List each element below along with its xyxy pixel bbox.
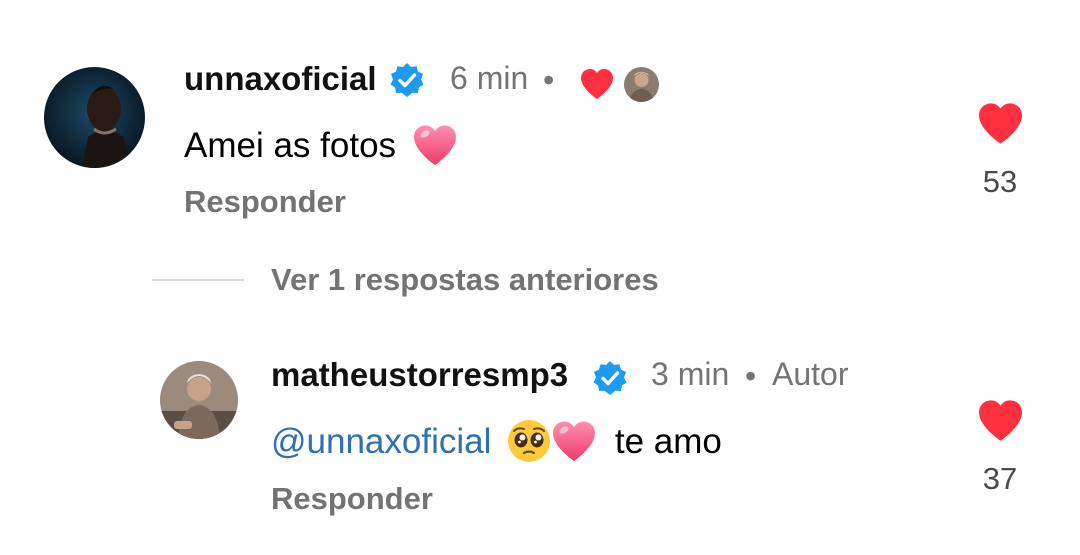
comment-text-content: Amei as fotos xyxy=(184,126,397,165)
comment-username[interactable]: unnaxoficial xyxy=(184,60,377,98)
author-badge: Autor xyxy=(772,356,849,392)
like-count: 53 xyxy=(982,164,1018,199)
heart-icon[interactable] xyxy=(977,102,1024,145)
meta-separator-dot: • xyxy=(543,62,555,98)
avatar-matheustorresmp3[interactable] xyxy=(160,361,238,439)
comment-time: 6 min xyxy=(450,60,529,96)
comment-time: 3 min xyxy=(651,356,730,392)
comment-text: Amei as fotos xyxy=(184,125,458,166)
mention-link[interactable]: @unnaxoficial xyxy=(271,422,491,461)
meta-separator-dot: • xyxy=(745,358,757,394)
avatar-unnaxoficial[interactable] xyxy=(44,67,145,168)
verified-badge-icon xyxy=(390,63,424,97)
pink-heart-emoji xyxy=(553,421,596,461)
pink-heart-emoji xyxy=(413,125,456,165)
verified-badge-icon xyxy=(593,361,627,395)
comment-text: @unnaxoficial te amo xyxy=(271,419,722,463)
view-previous-replies-button[interactable]: Ver 1 respostas anteriores xyxy=(271,262,659,298)
like-count: 37 xyxy=(982,461,1018,496)
heart-icon[interactable] xyxy=(977,399,1024,442)
reply-button[interactable]: Responder xyxy=(184,184,346,220)
author-liked-heart-icon xyxy=(581,69,613,99)
reply-button[interactable]: Responder xyxy=(271,481,433,517)
author-mini-avatar xyxy=(624,67,659,102)
replies-divider xyxy=(152,279,244,281)
comment-username[interactable]: matheustorresmp3 xyxy=(271,356,568,394)
comment-text-content: te amo xyxy=(614,422,722,461)
pleading-face-emoji xyxy=(508,419,551,462)
